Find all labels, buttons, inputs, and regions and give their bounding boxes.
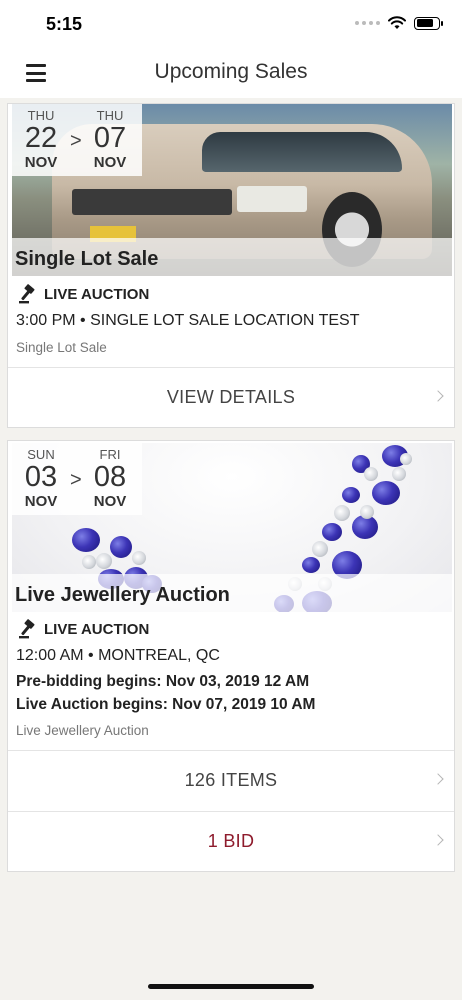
date-range: SUN 03 NOV > FRI 08 NOV [12,443,142,515]
battery-icon [414,16,443,30]
status-icons [355,16,443,30]
gavel-icon [19,619,35,639]
view-details-button[interactable]: VIEW DETAILS [8,367,454,427]
sale-description: Single Lot Sale [16,340,107,355]
end-date: THU 07 NOV [93,108,127,171]
date-arrow: > [70,469,82,491]
sale-time-location: 12:00 AM • MONTREAL, QC [16,647,220,664]
gavel-icon [19,284,35,304]
end-date: FRI 08 NOV [93,447,127,510]
live-auction-begins: Live Auction begins: Nov 07, 2019 10 AM [16,696,316,713]
auction-type: LIVE AUCTION [18,619,149,639]
sale-description: Live Jewellery Auction [16,723,149,738]
wifi-icon [388,16,406,29]
home-indicator[interactable] [148,984,314,989]
nav-bar: Upcoming Sales [0,50,462,98]
auction-type: LIVE AUCTION [18,284,149,304]
status-time: 5:15 [46,14,83,34]
bids-button[interactable]: 1 BID [8,811,454,871]
sale-card[interactable]: SUN 03 NOV > FRI 08 NOV Live Jewellery A… [7,440,455,872]
items-button[interactable]: 126 ITEMS [8,750,454,810]
status-bar: 5:15 [0,0,462,50]
start-date: THU 22 NOV [24,108,58,171]
signal-icon [355,21,380,25]
pre-bidding-begins: Pre-bidding begins: Nov 03, 2019 12 AM [16,673,310,690]
date-range: THU 22 NOV > THU 07 NOV [12,104,142,176]
start-date: SUN 03 NOV [24,447,58,510]
sale-title: Live Jewellery Auction [15,584,230,606]
sale-time-location: 3:00 PM • SINGLE LOT SALE LOCATION TEST [16,312,360,329]
date-arrow: > [70,130,82,152]
page-title: Upcoming Sales [154,60,308,83]
sale-card[interactable]: THU 22 NOV > THU 07 NOV Single Lot Sale … [7,103,455,428]
sale-title: Single Lot Sale [15,248,159,270]
